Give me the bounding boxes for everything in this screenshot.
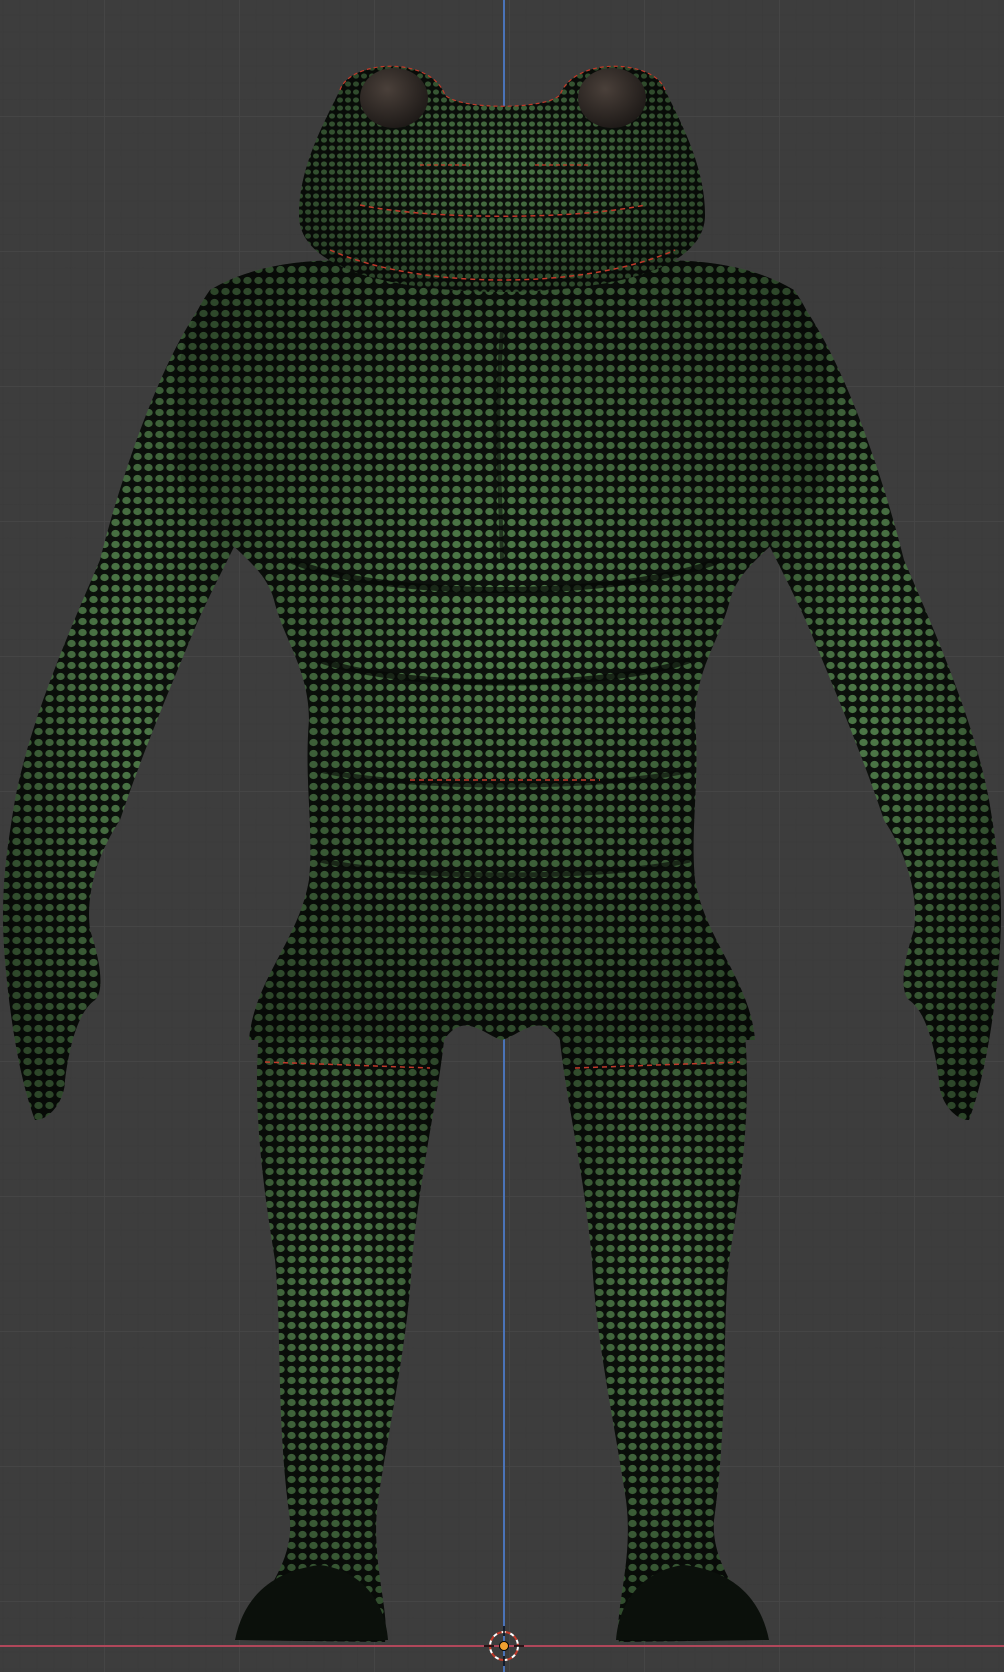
torso — [173, 260, 831, 1069]
right-eye — [578, 68, 646, 128]
right-leg — [559, 1010, 766, 1642]
left-leg — [238, 1010, 445, 1642]
frog-character-mesh[interactable] — [0, 0, 1004, 1672]
left-eye — [360, 68, 428, 128]
3d-cursor-icon[interactable] — [484, 1626, 524, 1666]
3d-viewport[interactable] — [0, 0, 1004, 1672]
